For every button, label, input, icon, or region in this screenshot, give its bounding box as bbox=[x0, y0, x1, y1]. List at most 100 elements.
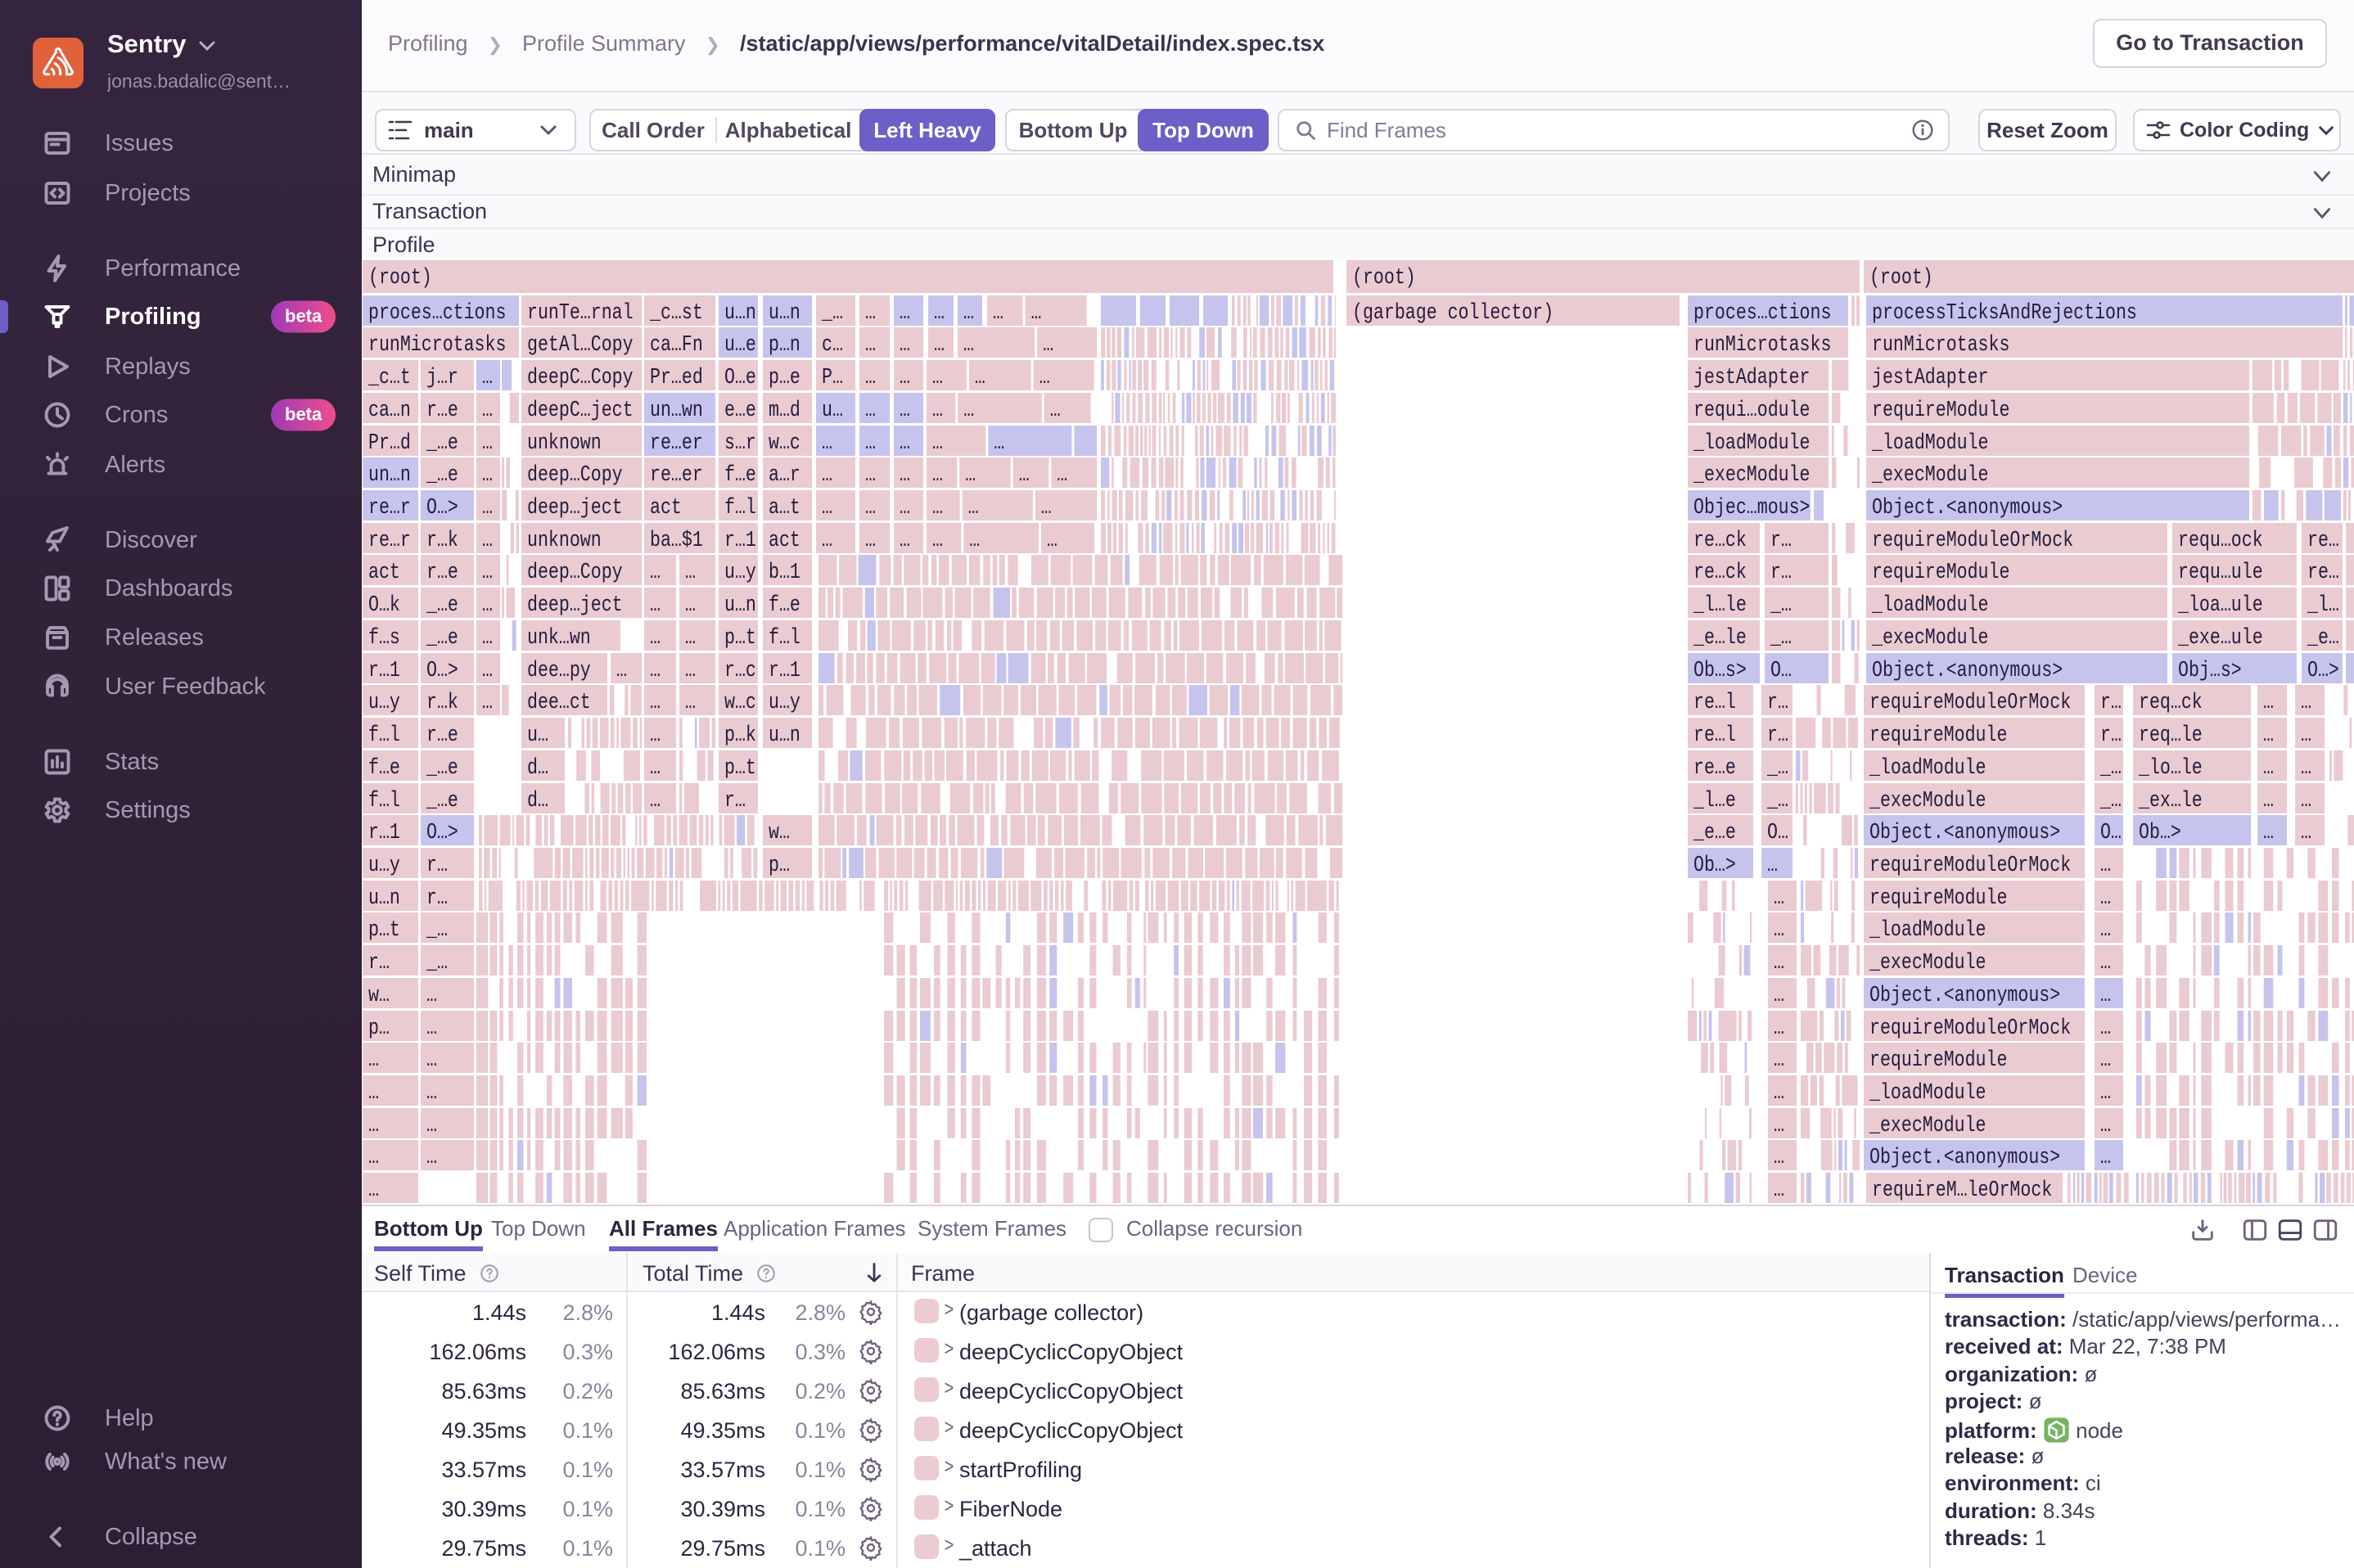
svg-text:requireM…leOrMock: requireM…leOrMock bbox=[1872, 1178, 2052, 1203]
svg-text:_…: _… bbox=[2099, 789, 2122, 813]
svg-text:_exe…ule: _exe…ule bbox=[2177, 626, 2263, 651]
svg-text:…: … bbox=[2263, 723, 2274, 748]
svg-text:…: … bbox=[2263, 691, 2274, 715]
svg-text:…: … bbox=[650, 723, 661, 748]
svg-text:…: … bbox=[865, 366, 876, 390]
svg-text:unk…wn: unk…wn bbox=[527, 626, 591, 651]
svg-text:…: … bbox=[482, 626, 493, 651]
svg-text:O…>: O…> bbox=[426, 496, 458, 520]
svg-text:f…l: f…l bbox=[724, 496, 756, 520]
svg-text:r…1: r…1 bbox=[724, 529, 756, 553]
svg-text:re…r: re…r bbox=[368, 496, 411, 520]
svg-text:…: … bbox=[650, 593, 661, 618]
svg-text:…: … bbox=[2100, 886, 2111, 911]
svg-text:getAl…Copy: getAl…Copy bbox=[527, 333, 634, 358]
svg-text:…: … bbox=[426, 1114, 437, 1138]
svg-text:…: … bbox=[482, 529, 493, 553]
svg-text:…: … bbox=[932, 399, 943, 423]
svg-text:r…: r… bbox=[1770, 561, 1792, 585]
svg-text:_execModule: _execModule bbox=[1869, 789, 1986, 813]
svg-text:re…: re… bbox=[2307, 529, 2339, 553]
svg-text:…: … bbox=[900, 366, 910, 390]
svg-text:…: … bbox=[482, 366, 493, 390]
svg-text:…: … bbox=[2100, 1016, 2111, 1041]
svg-text:p…e: p…e bbox=[769, 366, 800, 390]
svg-text:dee…ct: dee…ct bbox=[527, 691, 591, 715]
svg-text:p…t: p…t bbox=[724, 756, 756, 781]
svg-text:u…e: u…e bbox=[724, 333, 756, 358]
svg-text:e…e: e…e bbox=[724, 399, 756, 423]
svg-text:r…1: r…1 bbox=[368, 659, 400, 683]
svg-text:_e…e: _e…e bbox=[1693, 821, 1736, 845]
svg-text:m…d: m…d bbox=[769, 399, 800, 423]
svg-text:u…: u… bbox=[527, 723, 548, 748]
svg-text:…: … bbox=[650, 561, 661, 585]
svg-text:…: … bbox=[426, 1146, 437, 1170]
svg-text:re…l: re…l bbox=[1693, 723, 1736, 748]
svg-text:s…r: s…r bbox=[724, 431, 756, 456]
svg-text:_l…e: _l…e bbox=[1693, 789, 1736, 813]
svg-text:requireModuleOrMock: requireModuleOrMock bbox=[1869, 1016, 2071, 1041]
svg-text:…: … bbox=[368, 1114, 379, 1138]
svg-text:_l…le: _l…le bbox=[1693, 593, 1747, 618]
svg-text:…: … bbox=[1057, 463, 1067, 488]
svg-text:r…e: r…e bbox=[426, 723, 458, 748]
svg-text:act: act bbox=[368, 561, 400, 585]
svg-text:requireModule: requireModule bbox=[1869, 723, 2007, 748]
svg-text:proces…ctions: proces…ctions bbox=[1693, 301, 1831, 326]
svg-text:r…1: r…1 bbox=[368, 821, 400, 845]
svg-text:p…: p… bbox=[769, 854, 790, 878]
svg-text:P…: P… bbox=[822, 366, 843, 390]
svg-text:re…er: re…er bbox=[650, 463, 703, 488]
svg-text:_…: _… bbox=[2099, 756, 2122, 781]
svg-text:…: … bbox=[482, 593, 493, 618]
svg-text:d…: d… bbox=[527, 789, 548, 813]
svg-text:_e…le: _e…le bbox=[1693, 626, 1747, 651]
svg-text:r…: r… bbox=[368, 951, 390, 975]
svg-text:O…>: O…> bbox=[426, 659, 458, 683]
svg-text:unknown: unknown bbox=[527, 431, 602, 456]
svg-text:un…n: un…n bbox=[368, 463, 411, 488]
svg-text:_execModule: _execModule bbox=[1869, 1114, 1986, 1138]
svg-text:…: … bbox=[900, 399, 910, 423]
svg-text:deep…ject: deep…ject bbox=[527, 593, 623, 618]
svg-text:…: … bbox=[822, 529, 832, 553]
svg-text:p…t: p…t bbox=[724, 626, 756, 651]
svg-text:re…: re… bbox=[2307, 561, 2339, 585]
svg-text:…: … bbox=[993, 301, 1003, 326]
svg-text:…: … bbox=[1774, 918, 1784, 943]
svg-text:_…e: _…e bbox=[426, 789, 458, 813]
svg-text:_…e: _…e bbox=[426, 463, 458, 488]
svg-text:re…ck: re…ck bbox=[1693, 561, 1747, 585]
svg-text:…: … bbox=[482, 399, 493, 423]
svg-text:_…: _… bbox=[1770, 626, 1792, 651]
svg-text:_…: _… bbox=[426, 918, 448, 943]
svg-text:re…er: re…er bbox=[650, 431, 703, 456]
svg-text:…: … bbox=[932, 463, 943, 488]
svg-text:_…: _… bbox=[1766, 789, 1788, 813]
svg-text:…: … bbox=[932, 496, 943, 520]
svg-text:…: … bbox=[965, 463, 976, 488]
svg-text:O…: O… bbox=[1770, 659, 1792, 683]
svg-text:requ…ock: requ…ock bbox=[2178, 529, 2263, 553]
svg-text:_…e: _…e bbox=[426, 593, 458, 618]
svg-text:w…: w… bbox=[368, 984, 390, 1008]
svg-text:re…r: re…r bbox=[368, 529, 411, 553]
svg-text:r…: r… bbox=[1770, 529, 1792, 553]
svg-text:…: … bbox=[900, 333, 910, 358]
svg-text:_…e: _…e bbox=[426, 431, 458, 456]
svg-text:re…ck: re…ck bbox=[1693, 529, 1747, 553]
svg-text:f…s: f…s bbox=[368, 626, 400, 651]
svg-text:…: … bbox=[1019, 463, 1030, 488]
svg-text:…: … bbox=[482, 659, 493, 683]
svg-text:r…: r… bbox=[2100, 723, 2122, 748]
svg-text:O…: O… bbox=[1767, 821, 1788, 845]
svg-text:ca…n: ca…n bbox=[368, 399, 411, 423]
svg-text:r…: r… bbox=[2100, 691, 2122, 715]
svg-text:_…: _… bbox=[1766, 756, 1788, 781]
svg-text:d…: d… bbox=[527, 756, 548, 781]
svg-text:_…e: _…e bbox=[426, 626, 458, 651]
svg-text:…: … bbox=[685, 593, 696, 618]
svg-text:r…: r… bbox=[426, 886, 448, 911]
svg-text:c…: c… bbox=[822, 333, 843, 358]
